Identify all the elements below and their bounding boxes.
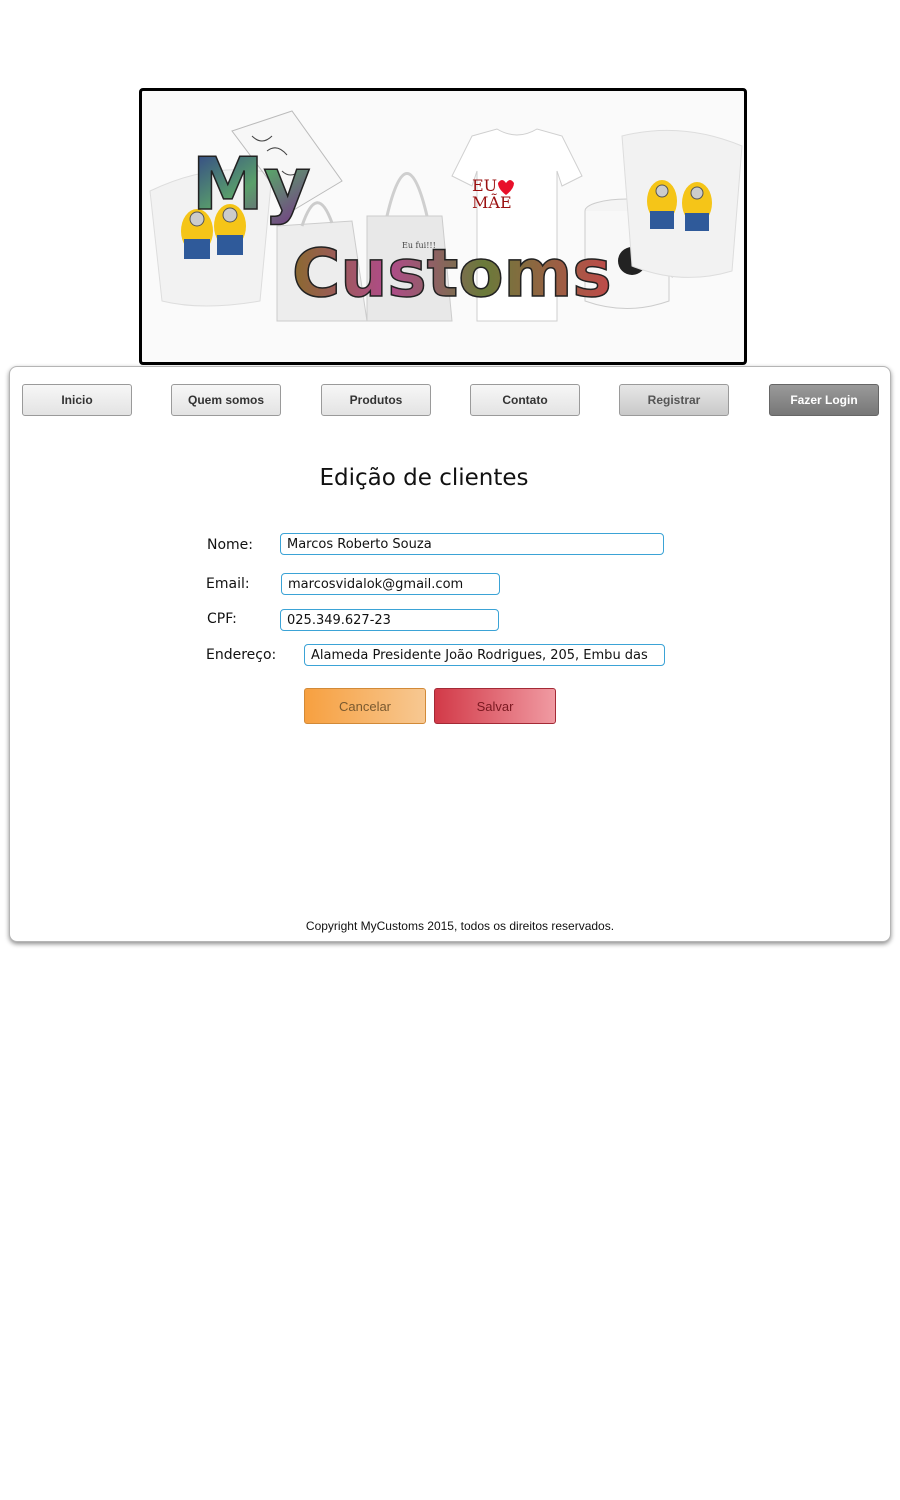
logo-word-my: My (192, 142, 311, 226)
cpf-input[interactable] (280, 609, 499, 631)
save-button[interactable]: Salvar (434, 688, 556, 724)
cancel-label: Cancelar (338, 698, 392, 714)
main-panel: Inicio Quem somos Produtos Contato Regis… (9, 366, 891, 942)
nav-produtos-label: Produtos (349, 393, 403, 407)
logo-word-customs: Customs (292, 235, 612, 312)
nav-produtos-button[interactable]: Produtos (321, 384, 431, 416)
tshirt-text-mae: MÃE (472, 192, 512, 212)
minion-pillow-right (621, 129, 743, 278)
nav-inicio-button[interactable]: Inicio (22, 384, 132, 416)
site-banner: Eu fui!!! EU MÃE My Customs (139, 88, 747, 365)
email-label: Email: (206, 576, 250, 592)
footer-copyright: Copyright MyCustoms 2015, todos os direi… (305, 919, 615, 933)
name-input[interactable] (280, 533, 664, 555)
nav-login-label: Fazer Login (790, 393, 858, 407)
email-input[interactable] (281, 573, 500, 595)
address-label: Endereço: (206, 647, 277, 663)
address-input[interactable] (304, 644, 665, 666)
nav-registrar-button[interactable]: Registrar (619, 384, 729, 416)
page-title: Edição de clientes (319, 465, 529, 491)
nav-contato-label: Contato (502, 393, 548, 407)
nav-quem-somos-label: Quem somos (187, 393, 265, 407)
cancel-button[interactable]: Cancelar (304, 688, 426, 724)
nav-inicio-label: Inicio (61, 393, 93, 407)
name-label: Nome: (207, 537, 254, 553)
nav-registrar-label: Registrar (647, 393, 701, 407)
save-label: Salvar (476, 698, 514, 714)
cpf-label: CPF: (207, 611, 237, 627)
nav-contato-button[interactable]: Contato (470, 384, 580, 416)
nav-quem-somos-button[interactable]: Quem somos (171, 384, 281, 416)
nav-login-button[interactable]: Fazer Login (769, 384, 879, 416)
